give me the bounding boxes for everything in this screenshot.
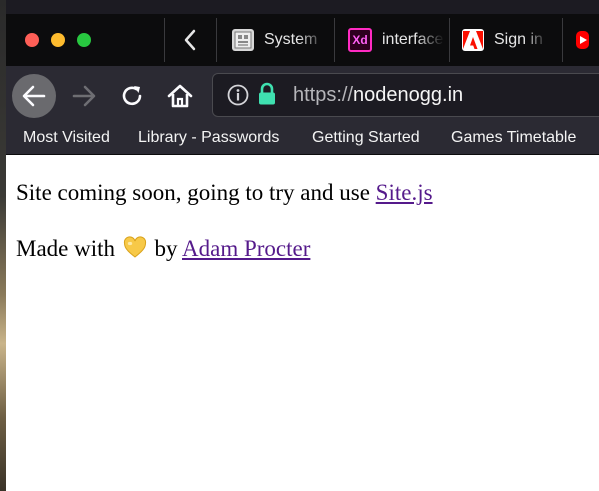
forward-button[interactable] <box>62 74 106 118</box>
intro-line: Site coming soon, going to try and use S… <box>16 180 433 206</box>
info-icon[interactable] <box>227 84 249 106</box>
back-button[interactable] <box>12 74 56 118</box>
tab-divider <box>216 18 217 62</box>
credit-line: Made with by Adam Procter <box>16 236 310 262</box>
url-bar[interactable]: https://nodenogg.in <box>212 73 599 117</box>
adobe-icon <box>462 29 484 51</box>
chevron-left-icon <box>184 29 196 51</box>
tab-title: interface <box>382 31 444 48</box>
adobe-xd-icon: Xd <box>348 28 372 52</box>
home-icon <box>167 84 193 108</box>
lock-icon[interactable] <box>257 82 277 106</box>
tab-interface[interactable]: Xd interface <box>348 14 446 66</box>
minimize-window-button[interactable] <box>51 33 65 47</box>
tab-title: System <box>264 31 318 48</box>
page-content: Site coming soon, going to try and use S… <box>6 155 599 491</box>
tab-system[interactable]: System <box>232 14 330 66</box>
yellow-heart-icon <box>123 236 146 258</box>
tab-sign-in[interactable]: Sign in <box>462 14 554 66</box>
tab-youtube[interactable] <box>576 14 599 66</box>
made-with-text: Made with <box>16 236 116 261</box>
sitejs-link[interactable]: Site.js <box>376 180 433 205</box>
reload-icon <box>122 86 142 106</box>
intro-text: Site coming soon, going to try and use <box>16 180 376 205</box>
tab-scroll-left-button[interactable] <box>164 14 216 66</box>
arrow-right-icon <box>72 85 96 107</box>
tab-strip: System Xd interface Sign in <box>6 14 599 66</box>
author-link[interactable]: Adam Procter <box>182 236 310 261</box>
youtube-icon <box>576 31 589 49</box>
url-host: nodenogg.in <box>353 84 464 106</box>
close-window-button[interactable] <box>25 33 39 47</box>
url-text[interactable]: https://nodenogg.in <box>293 84 463 107</box>
bookmark-most-visited[interactable]: Most Visited <box>23 129 110 147</box>
zoom-window-button[interactable] <box>77 33 91 47</box>
navigation-toolbar: https://nodenogg.in <box>6 66 599 124</box>
tab-divider <box>562 18 563 62</box>
by-text: by <box>154 236 178 261</box>
tab-divider <box>334 18 335 62</box>
tab-title: Sign in <box>494 31 543 48</box>
bookmark-library-passwords[interactable]: Library - Passwords <box>138 129 279 147</box>
system-preferences-icon <box>232 29 254 51</box>
reload-button[interactable] <box>110 74 154 118</box>
arrow-left-icon <box>22 85 46 107</box>
home-button[interactable] <box>158 74 202 118</box>
bookmark-games-timetable[interactable]: Games Timetable <box>451 129 576 147</box>
url-protocol: https:// <box>293 84 354 106</box>
browser-window: System Xd interface Sign in https://node… <box>6 0 599 491</box>
bookmark-getting-started[interactable]: Getting Started <box>312 129 420 147</box>
tab-divider <box>449 18 450 62</box>
bookmarks-toolbar: Most Visited Library - Passwords Getting… <box>6 124 599 155</box>
